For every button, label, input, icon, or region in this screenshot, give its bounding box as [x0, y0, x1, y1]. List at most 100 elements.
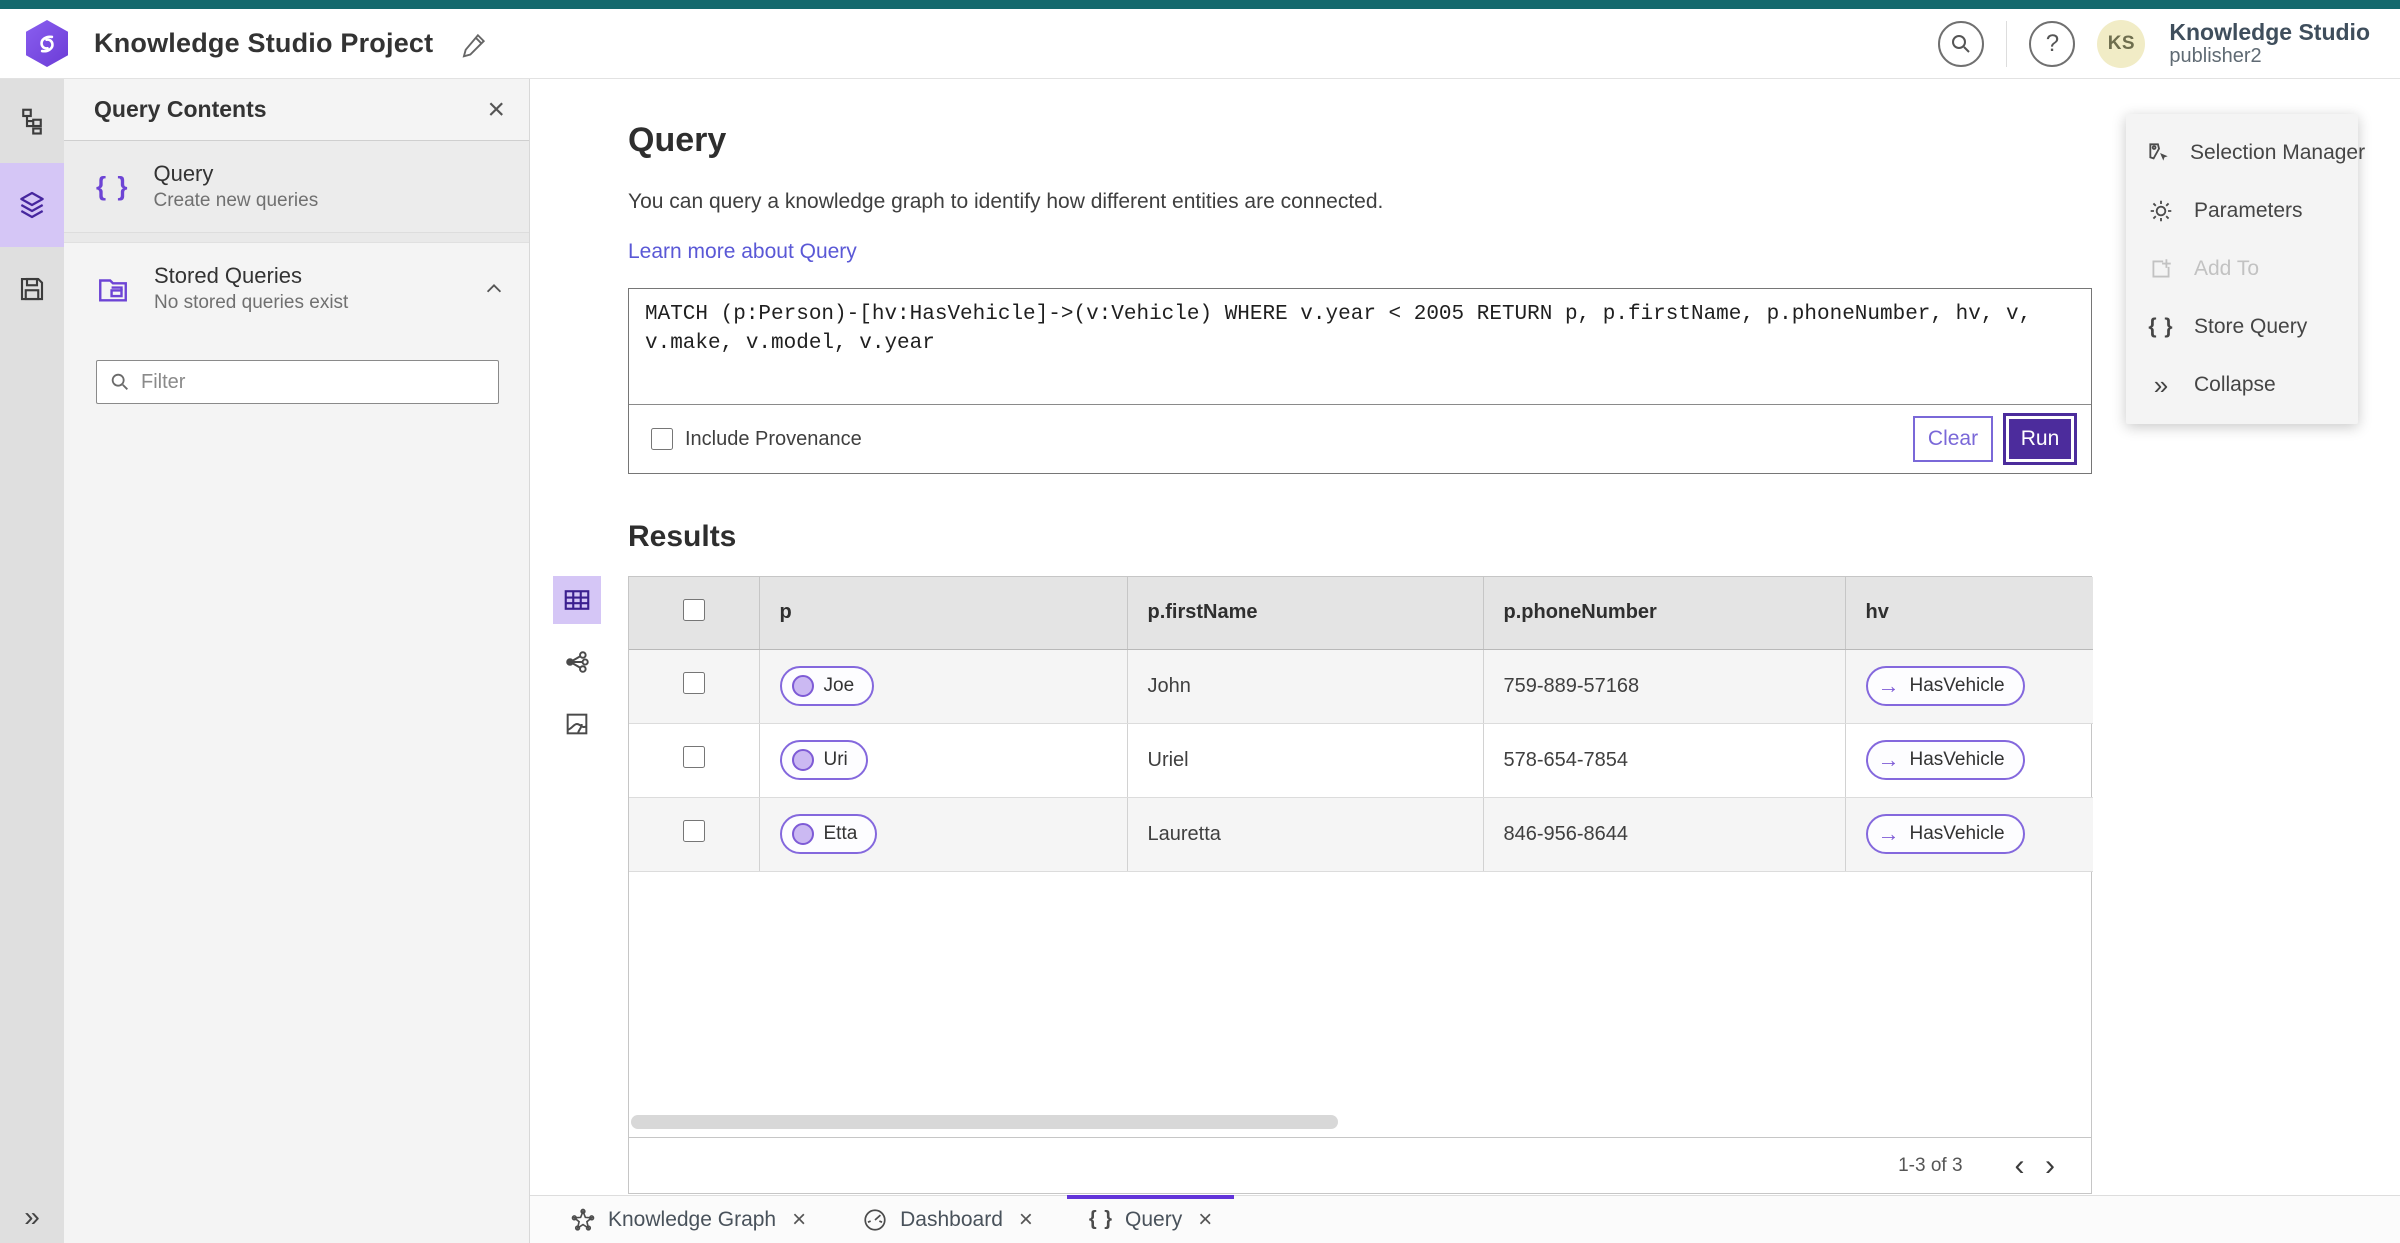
node-dot-icon — [791, 749, 814, 771]
edge-pill[interactable]: → HasVehicle — [1865, 814, 2025, 854]
results-table-container: p p.firstName p.phoneNumber hv Joe John — [628, 576, 2093, 1194]
node-pill[interactable]: Joe — [779, 666, 875, 706]
sidebar-item-stored-queries[interactable]: Stored Queries No stored queries exist — [64, 243, 529, 334]
cell-phonenumber: 759-889-57168 — [1483, 649, 1846, 724]
cell-firstname: John — [1127, 649, 1484, 724]
page-next-icon[interactable]: › — [2037, 1149, 2063, 1182]
results-title: Results — [628, 520, 737, 553]
project-title: Knowledge Studio Project — [94, 28, 434, 58]
cell-firstname: Uriel — [1127, 723, 1484, 798]
pagination-range: 1-3 of 3 — [1898, 1154, 1963, 1176]
menu-item-collapse[interactable]: » Collapse — [2126, 356, 2358, 414]
sidebar-item-query[interactable]: { } Query Create new queries — [64, 141, 529, 233]
right-action-menu: Selection Manager Parameters Add To {} … — [2126, 114, 2365, 424]
item-subtitle: Create new queries — [153, 190, 319, 211]
table-header-row: p p.firstName p.phoneNumber hv — [629, 577, 2093, 650]
column-header-firstname: p.firstName — [1127, 577, 1484, 650]
arrow-right-icon: → — [1877, 673, 1900, 698]
query-contents-panel: Query Contents × { } Query Create new qu… — [64, 79, 530, 1243]
braces-icon: { } — [2148, 315, 2174, 338]
node-dot-icon — [791, 823, 814, 845]
rail-item-hierarchy[interactable] — [0, 79, 64, 163]
tab-close-icon[interactable]: × — [792, 1206, 806, 1234]
panel-header: Query Contents × — [64, 79, 529, 141]
page-prev-icon[interactable]: ‹ — [2007, 1149, 2033, 1182]
clear-button[interactable]: Clear — [1913, 416, 1993, 462]
item-title: Query — [153, 161, 214, 186]
cell-firstname: Lauretta — [1127, 797, 1484, 872]
expand-rail-icon[interactable]: » — [0, 1201, 64, 1233]
view-map-button[interactable] — [553, 700, 601, 748]
panel-title: Query Contents — [94, 96, 267, 122]
view-table-button[interactable] — [553, 576, 601, 624]
rail-item-layers[interactable] — [0, 163, 64, 247]
panel-close-icon[interactable]: × — [487, 94, 505, 125]
node-label: Etta — [823, 823, 858, 844]
item-title: Stored Queries — [154, 263, 302, 288]
include-provenance-option[interactable]: Include Provenance — [651, 428, 862, 451]
header-divider — [2006, 20, 2008, 67]
avatar[interactable]: KS — [2097, 19, 2146, 68]
search-button[interactable] — [1938, 20, 1985, 67]
results-row: p p.firstName p.phoneNumber hv Joe John — [530, 576, 2400, 1194]
braces-icon: { } — [96, 171, 130, 201]
select-all-checkbox[interactable] — [682, 598, 705, 621]
body-row: » Query Contents × { } Query Create new … — [0, 79, 2400, 1243]
menu-item-label: Store Query — [2194, 315, 2308, 338]
tab-close-icon[interactable]: × — [1198, 1206, 1212, 1234]
tab-close-icon[interactable]: × — [1019, 1206, 1033, 1234]
filter-input[interactable] — [141, 370, 486, 394]
node-label: Uri — [823, 749, 848, 770]
menu-item-store-query[interactable]: { } Store Query — [2126, 298, 2358, 356]
query-description: You can query a knowledge graph to ident… — [628, 190, 1384, 213]
row-checkbox[interactable] — [682, 820, 705, 842]
column-header-phonenumber: p.phoneNumber — [1483, 577, 1846, 650]
tab-query[interactable]: { } Query × — [1061, 1195, 1240, 1243]
bottom-tab-bar: Knowledge Graph × Dashboard × { } Query … — [530, 1195, 2400, 1243]
run-button[interactable]: Run — [2003, 413, 2077, 465]
horizontal-scrollbar[interactable] — [631, 1115, 1338, 1129]
node-dot-icon — [791, 675, 814, 697]
query-section: Query You can query a knowledge graph to… — [530, 79, 2092, 474]
include-provenance-checkbox[interactable] — [651, 428, 673, 450]
results-table: p p.firstName p.phoneNumber hv Joe John — [629, 577, 2093, 872]
menu-item-parameters[interactable]: Parameters — [2126, 182, 2358, 240]
table-row: Joe John 759-889-57168 → HasVehicle — [629, 649, 2093, 724]
tab-knowledge-graph[interactable]: Knowledge Graph × — [542, 1196, 834, 1243]
query-textarea[interactable]: MATCH (p:Person)-[hv:HasVehicle]->(v:Veh… — [629, 289, 2091, 405]
edge-pill[interactable]: → HasVehicle — [1865, 666, 2025, 706]
row-checkbox[interactable] — [682, 672, 705, 694]
cell-phonenumber: 578-654-7854 — [1483, 723, 1846, 798]
menu-item-label: Collapse — [2194, 373, 2276, 396]
include-provenance-label: Include Provenance — [685, 427, 862, 450]
filter-field[interactable] — [96, 360, 499, 404]
table-footer: 1-3 of 3 ‹ › — [629, 1137, 2091, 1193]
help-button[interactable]: ? — [2029, 20, 2076, 67]
menu-item-selection-manager[interactable]: Selection Manager — [2126, 124, 2365, 182]
tab-dashboard[interactable]: Dashboard × — [834, 1196, 1061, 1243]
arrow-right-icon: → — [1877, 747, 1900, 772]
tab-label: Query — [1125, 1207, 1183, 1231]
edit-project-title-icon[interactable] — [461, 30, 489, 58]
view-graph-button[interactable] — [553, 638, 601, 686]
rail-item-save[interactable] — [0, 247, 64, 331]
node-pill[interactable]: Uri — [779, 740, 868, 780]
learn-more-link[interactable]: Learn more about Query — [628, 240, 857, 264]
user-block[interactable]: Knowledge Studio publisher2 — [2169, 19, 2370, 68]
selection-manager-icon — [2146, 140, 2172, 166]
app-logo-icon — [26, 20, 68, 67]
column-header-p: p — [759, 577, 1128, 650]
item-subtitle: No stored queries exist — [154, 292, 349, 313]
edge-pill[interactable]: → HasVehicle — [1865, 740, 2025, 780]
save-icon — [20, 277, 44, 301]
node-pill[interactable]: Etta — [779, 814, 878, 854]
menu-item-add-to[interactable]: Add To — [2126, 240, 2358, 298]
editor-footer: Include Provenance Clear Run — [629, 405, 2091, 473]
braces-icon: { } — [1088, 1208, 1114, 1230]
edge-label: HasVehicle — [1909, 823, 2005, 844]
row-checkbox[interactable] — [682, 746, 705, 768]
tab-label: Knowledge Graph — [608, 1207, 777, 1231]
cell-phonenumber: 846-956-8644 — [1483, 797, 1846, 872]
chevron-up-icon[interactable] — [483, 278, 505, 300]
user-product-name: Knowledge Studio — [2169, 18, 2370, 45]
